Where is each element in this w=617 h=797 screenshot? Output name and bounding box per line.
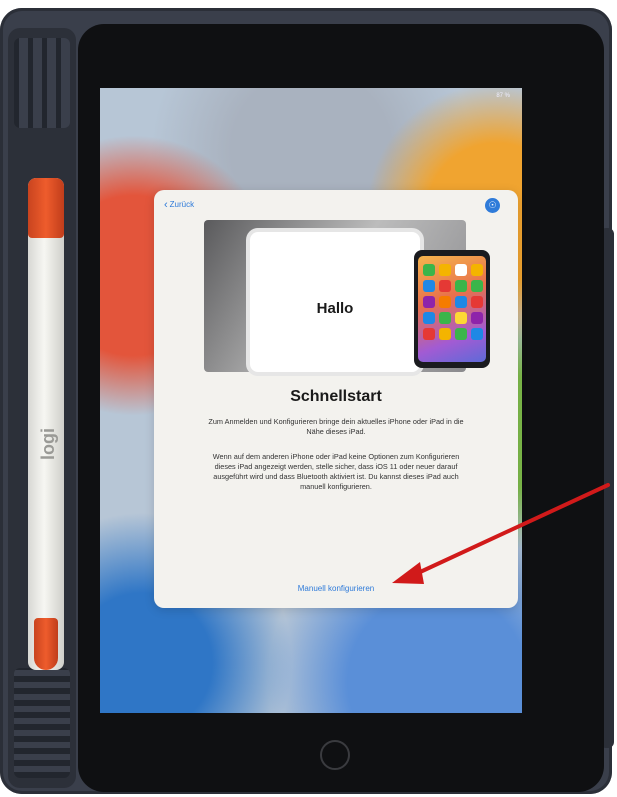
app-icon xyxy=(439,264,451,276)
app-icon xyxy=(439,280,451,292)
app-icon xyxy=(471,328,483,340)
pencil-tip xyxy=(34,618,58,670)
case-ribs-top xyxy=(14,38,70,128)
app-icon xyxy=(455,264,467,276)
app-icon xyxy=(455,312,467,324)
stylus-pencil: logi xyxy=(28,178,64,670)
back-label: Zurück xyxy=(169,200,195,209)
case-ribs-bottom xyxy=(14,668,70,778)
manual-setup-link[interactable]: Manuell konfigurieren xyxy=(154,584,518,593)
app-icon xyxy=(439,328,451,340)
pencil-cap xyxy=(28,178,64,238)
illustration-iphone xyxy=(414,250,490,368)
battery-status: 87 % xyxy=(496,93,510,99)
pencil-brand: logi xyxy=(38,428,58,460)
back-button[interactable]: ‹ Zurück xyxy=(164,198,195,211)
page-title: Schnellstart xyxy=(290,388,382,405)
intro-text: Zum Anmelden und Konfigurieren bringe de… xyxy=(208,417,464,436)
app-icon xyxy=(471,280,483,292)
illustration-greeting: Hallo xyxy=(316,300,354,317)
app-icon xyxy=(423,328,435,340)
app-icon xyxy=(423,280,435,292)
chevron-left-icon: ‹ xyxy=(164,198,168,211)
home-button[interactable] xyxy=(320,740,350,770)
illustration-ipad: Hallo xyxy=(250,232,420,372)
app-icon xyxy=(439,296,451,308)
app-icon xyxy=(471,296,483,308)
app-icon xyxy=(471,264,483,276)
app-icon xyxy=(455,328,467,340)
app-icon xyxy=(455,296,467,308)
help-text: Wenn auf dem anderen iPhone oder iPad ke… xyxy=(212,452,460,491)
app-icon xyxy=(423,296,435,308)
iphone-home-screen xyxy=(418,256,486,362)
accessibility-icon[interactable]: ☉ xyxy=(485,198,500,213)
app-icon xyxy=(455,280,467,292)
app-icon xyxy=(423,264,435,276)
app-icon xyxy=(423,312,435,324)
app-icon xyxy=(439,312,451,324)
quick-start-card: ‹ Zurück ☉ Hallo Schnellstart Zum Anmeld… xyxy=(154,190,518,608)
app-icon xyxy=(471,312,483,324)
